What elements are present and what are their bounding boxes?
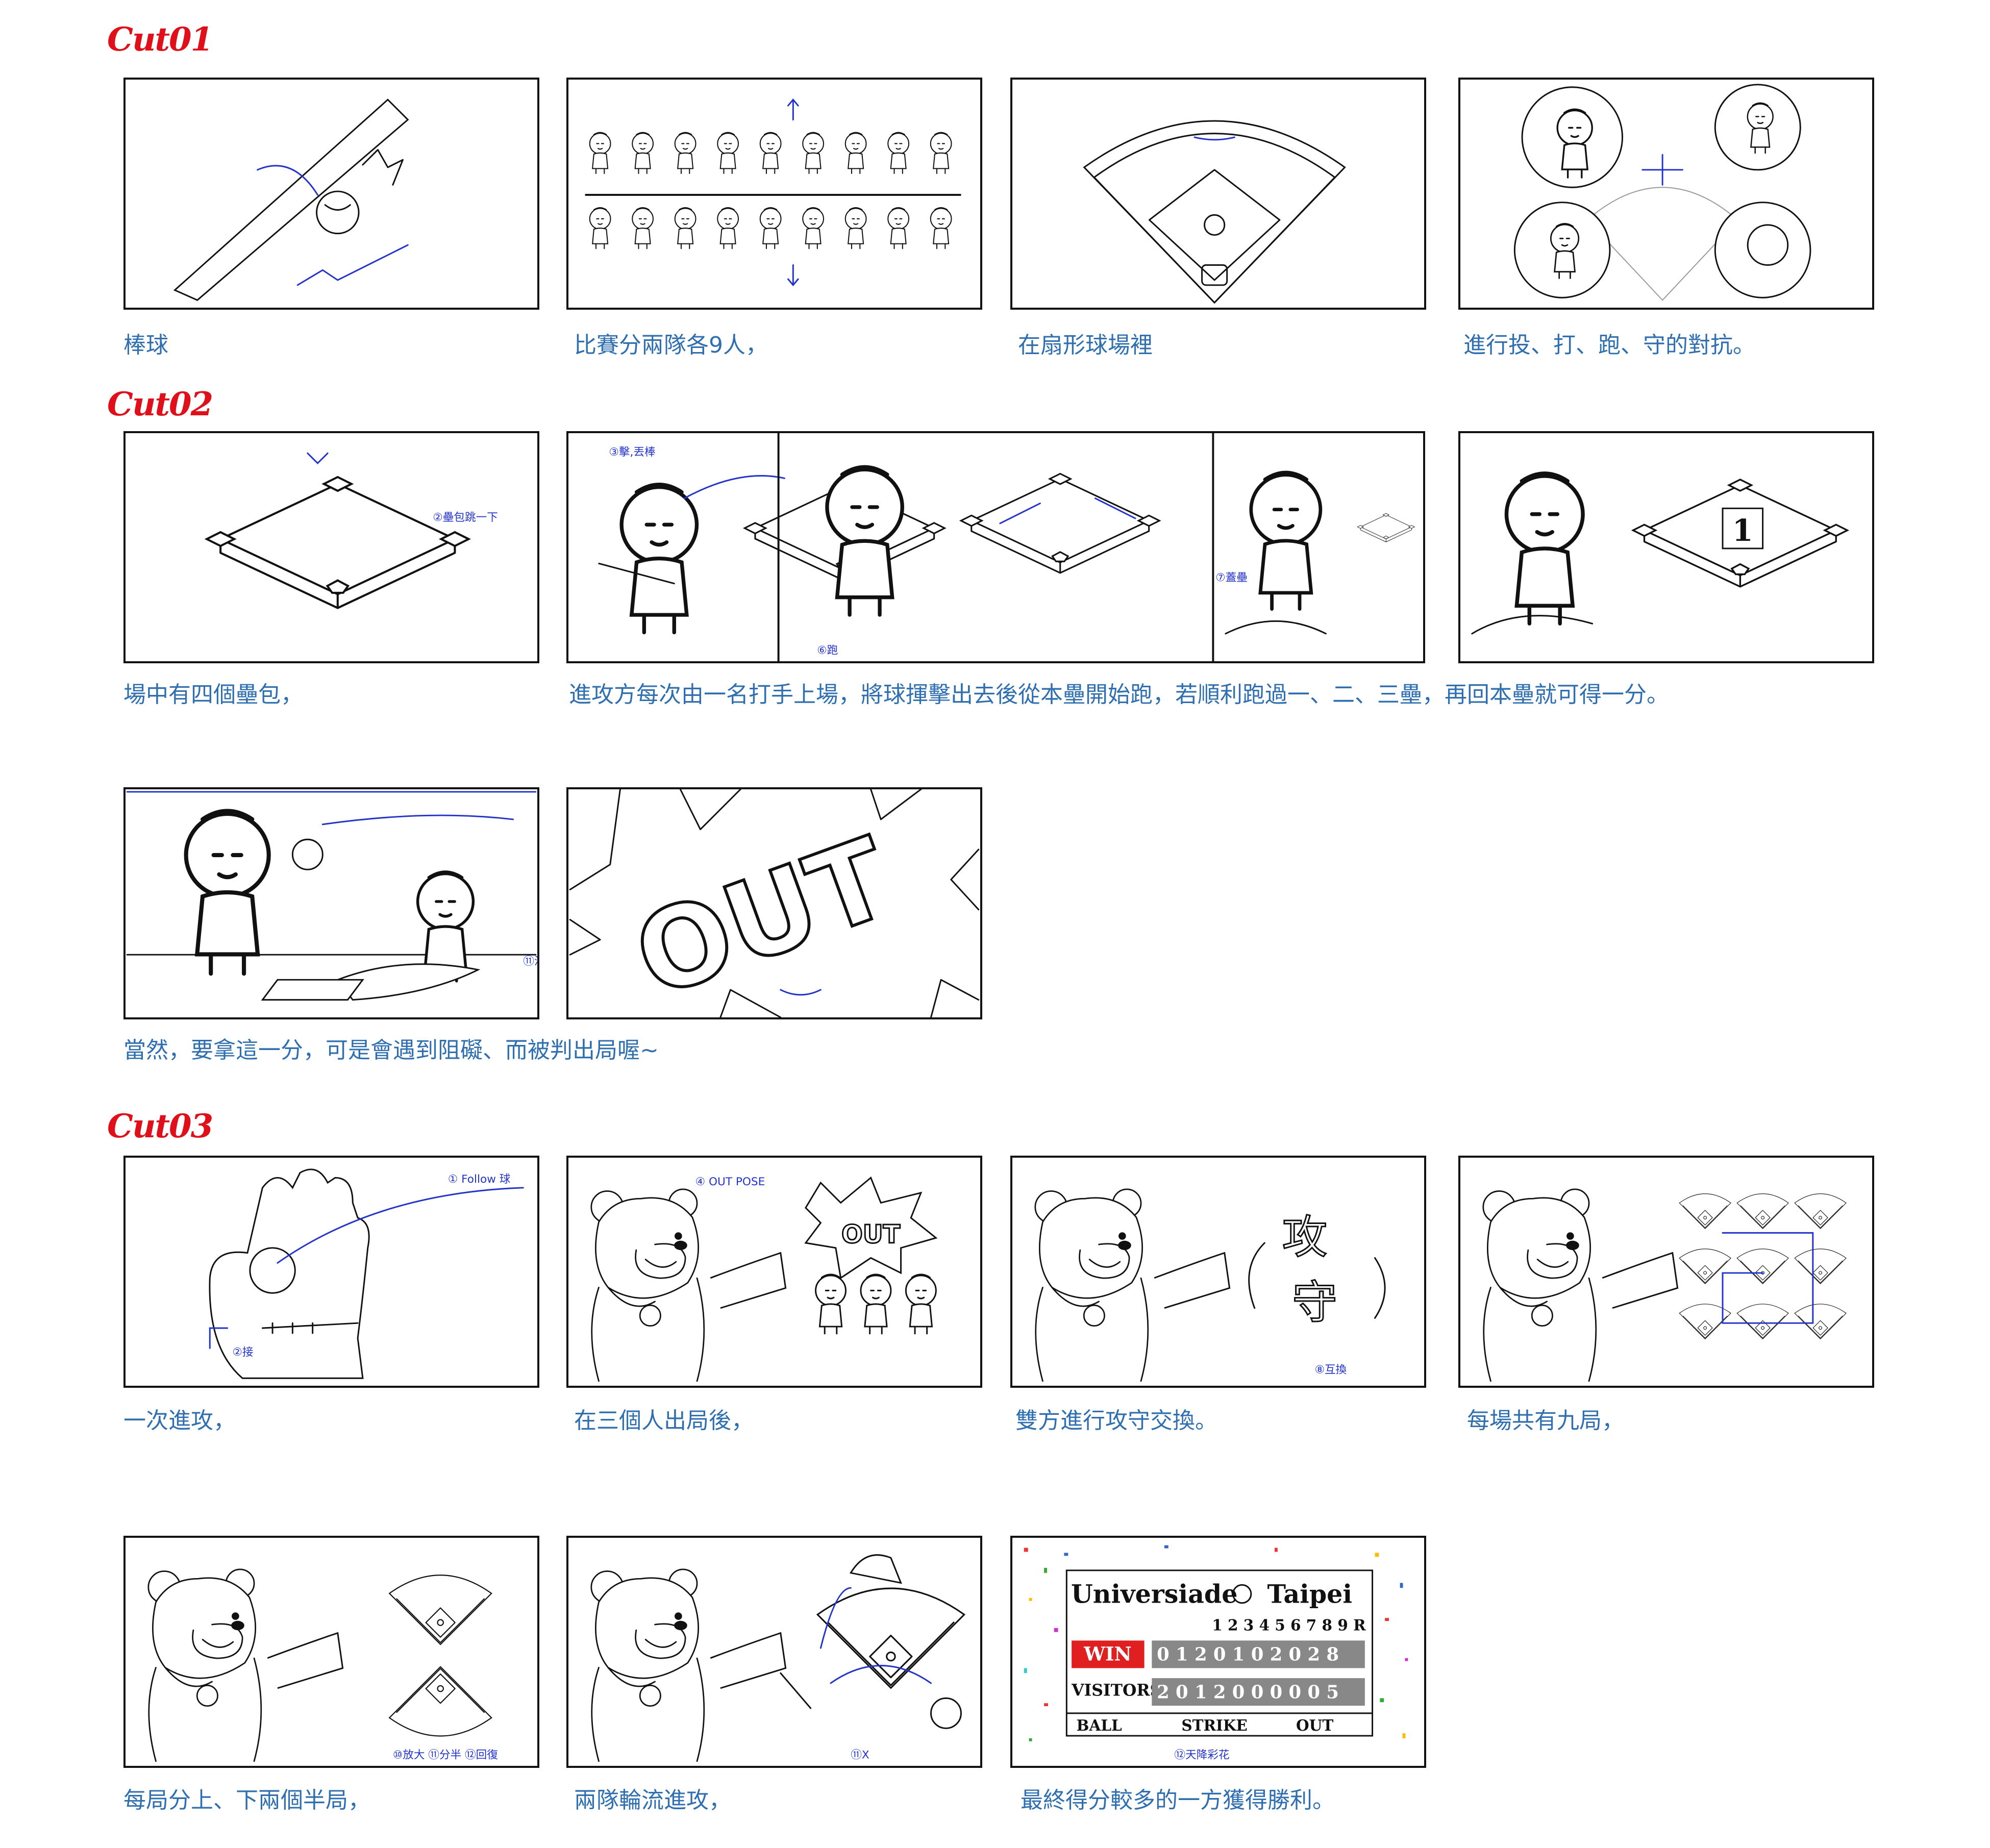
scoreboard-win-label: WIN (1083, 1643, 1132, 1665)
caption-switch: 雙方進行攻守交換。 (1015, 1408, 1217, 1434)
shou-char: 守 (1292, 1276, 1337, 1329)
switch-sketch: 攻 守 ⑧互換 (1034, 1188, 1386, 1382)
annot-step: ⑦蓋壘 (1215, 571, 1248, 584)
score-base-sketch: 1 (1471, 433, 1849, 635)
panel-alternate: ⑪X (566, 1536, 982, 1768)
tag-out-sketch: ⑪滑壘 (126, 791, 537, 1001)
panel-bat-ball (123, 78, 539, 310)
scoreboard-visitors-label: VISITORS (1071, 1681, 1161, 1700)
caption-winner: 最終得分較多的一方獲得勝利。 (1021, 1787, 1335, 1813)
annot-outpose: ④ OUT POSE (695, 1176, 765, 1188)
scoreboard-title-right: Taipei (1267, 1580, 1353, 1609)
annot-confetti: ⑫天降彩花 (1175, 1749, 1230, 1761)
scoreboard-out-label: OUT (1296, 1716, 1333, 1734)
caption-nine-innings: 每場共有九局， (1467, 1408, 1624, 1434)
cut-label-1: Cut01 (107, 20, 213, 59)
fan-field-sketch (1083, 120, 1346, 304)
out-small: OUT (841, 1219, 901, 1249)
four-bases-sketch: ②壘包跳一下 (126, 452, 498, 661)
caption-two-teams: 比賽分兩隊各9人， (574, 332, 768, 358)
caption-four-bases: 場中有四個壘包， (123, 682, 303, 708)
caption-baseball: 棒球 (123, 332, 168, 358)
panel-switch: 攻 守 ⑧互換 (1010, 1156, 1426, 1388)
annot-swing: ③擊,丟棒 (609, 446, 656, 459)
panel-nine-innings (1458, 1156, 1874, 1388)
caption-one-attack: 一次進攻， (123, 1408, 236, 1434)
nine-fans (1679, 1193, 1847, 1339)
panel-batter-runs: ③擊,丟棒 ⑥跑 ⑦蓋壘 (566, 431, 1425, 663)
caption-half-innings: 每局分上、下兩個半局， (123, 1787, 370, 1813)
batter-runs-sketch: ③擊,丟棒 ⑥跑 ⑦蓋壘 (598, 433, 1415, 661)
caption-alternate: 兩隊輪流進攻， (574, 1787, 731, 1813)
caption-fan-field: 在扇形球場裡 (1018, 332, 1153, 358)
alternate-sketch: ⑪X (590, 1554, 965, 1762)
three-outs-sketch: ④ OUT POSE OUT (590, 1176, 938, 1382)
annot-swap: ⑧互換 (1315, 1363, 1347, 1376)
panel-scoreboard: Universiade Taipei 1 2 3 4 5 6 7 8 9 R W… (1010, 1536, 1426, 1768)
scoreboard-ball-label: BALL (1077, 1716, 1122, 1734)
panel-fan-field (1010, 78, 1426, 310)
two-teams-sketch (585, 98, 961, 287)
annot-x: ⑪X (851, 1749, 869, 1761)
base-number: 1 (1732, 513, 1753, 548)
caption-batter-runs: 進攻方每次由一名打手上場，將球揮擊出去後從本壘開始跑，若順利跑過一、二、三壘，再… (569, 682, 1669, 708)
scoreboard-innings-header: 1 2 3 4 5 6 7 8 9 R (1212, 1616, 1366, 1634)
glove-catch-sketch: ① Follow 球 ②接 (209, 1168, 524, 1379)
caption-three-outs: 在三個人出局後， (574, 1408, 754, 1434)
scoreboard-visitor-scores: 2 0 1 2 0 0 0 0 0 5 (1157, 1682, 1339, 1703)
out-text: OUT (619, 813, 906, 1017)
scoreboard-sketch: Universiade Taipei 1 2 3 4 5 6 7 8 9 R W… (1024, 1545, 1408, 1761)
panel-score-base: 1 (1458, 431, 1874, 663)
panel-four-bases: ②壘包跳一下 (123, 431, 539, 663)
panel-glove-catch: ① Follow 球 ②接 (123, 1156, 539, 1388)
annot-grab: ②接 (232, 1346, 253, 1359)
panel-three-outs: ④ OUT POSE OUT (566, 1156, 982, 1388)
annot-slide: ⑪滑壘 (523, 955, 537, 968)
annot-base-bump: ②壘包跳一下 (433, 511, 497, 524)
panel-out: OUT (566, 787, 982, 1019)
annot-zoom: ⑩放大 ⑪分半 ⑫回復 (393, 1749, 498, 1761)
cut-label-3: Cut03 (107, 1107, 213, 1145)
out-burst-sketch: OUT (569, 789, 980, 1017)
scoreboard-home-scores: 0 1 2 0 1 0 2 0 2 8 (1157, 1644, 1339, 1665)
annot-run: ⑥跑 (817, 644, 838, 657)
annot-follow: ① Follow 球 (448, 1173, 511, 1186)
nine-innings-sketch (1482, 1188, 1847, 1382)
cut-label-2: Cut02 (107, 385, 213, 423)
caption-pitch-bat-run-field: 進行投、打、跑、守的對抗。 (1463, 332, 1755, 358)
panel-half-innings: ⑩放大 ⑪分半 ⑫回復 (123, 1536, 539, 1768)
scoreboard-strike-label: STRIKE (1181, 1716, 1248, 1734)
panel-four-actions (1458, 78, 1874, 310)
half-innings-sketch: ⑩放大 ⑪分半 ⑫回復 (147, 1568, 498, 1762)
four-actions-sketch (1513, 84, 1811, 301)
scoreboard-title-left: Universiade (1071, 1580, 1238, 1609)
bat-ball-sketch (173, 98, 409, 301)
caption-out: 當然，要拿這一分，可是會遇到阻礙、而被判出局喔~ (123, 1037, 659, 1063)
panel-two-teams (566, 78, 982, 310)
panel-tag-out: ⑪滑壘 (123, 787, 539, 1019)
gong-char: 攻 (1282, 1211, 1327, 1264)
